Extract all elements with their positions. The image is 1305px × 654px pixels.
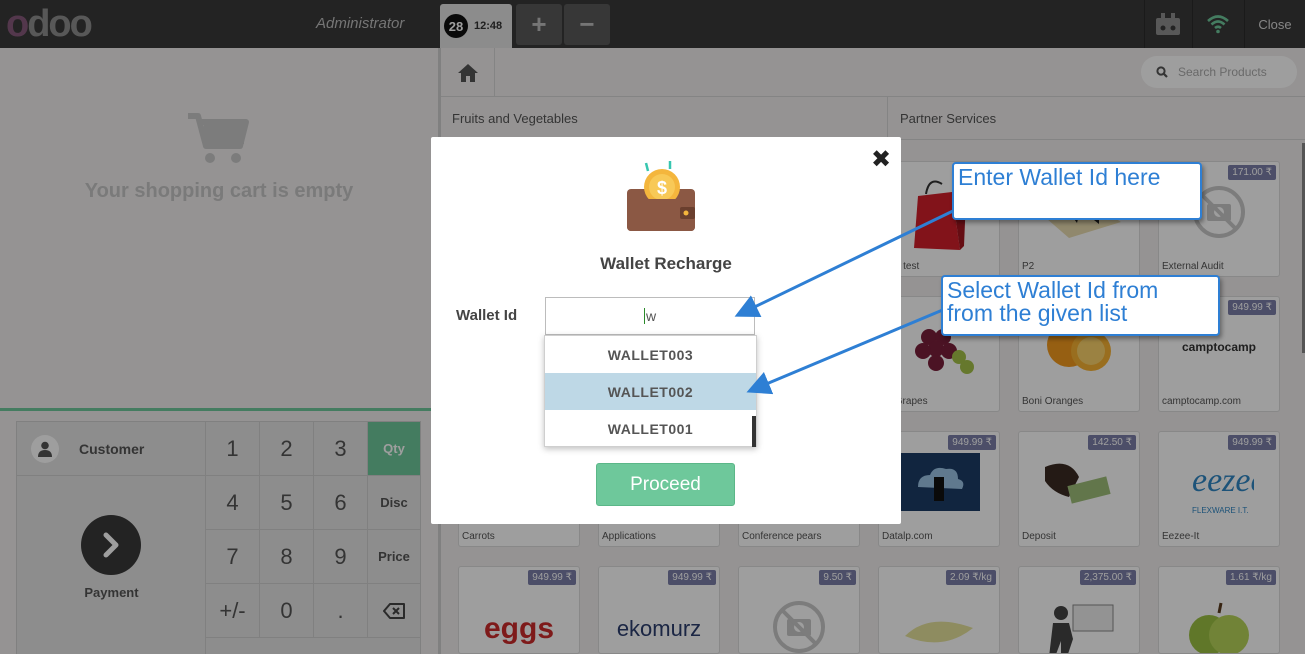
wallet-option[interactable]: WALLET003: [545, 336, 756, 373]
wallet-id-suggestions: WALLET003 WALLET002 WALLET001: [544, 335, 757, 447]
wallet-recharge-dialog: ✖ $ Wallet Recharge Wallet Id w WALLET00…: [431, 137, 901, 524]
wallet-icon: $: [624, 161, 700, 238]
svg-text:$: $: [657, 178, 667, 198]
wallet-id-label: Wallet Id: [456, 307, 518, 324]
wallet-id-input[interactable]: w: [545, 297, 755, 335]
wallet-option[interactable]: WALLET001: [545, 410, 756, 447]
annotation-text: from the given list: [947, 300, 1128, 326]
annotation-callout-enter: Enter Wallet Id here: [952, 162, 1202, 220]
dropdown-scrollbar[interactable]: [752, 416, 756, 447]
proceed-button[interactable]: Proceed: [596, 463, 735, 506]
text-caret: [643, 308, 645, 324]
annotation-text: Enter Wallet Id here: [958, 164, 1161, 190]
annotation-callout-select: Select Wallet Id from from the given lis…: [941, 275, 1220, 336]
close-icon[interactable]: ✖: [871, 145, 891, 174]
wallet-id-value: w: [645, 308, 657, 324]
wallet-option-selected[interactable]: WALLET002: [545, 373, 756, 410]
dialog-title: Wallet Recharge: [600, 254, 732, 273]
annotation-text: Select Wallet Id from: [947, 277, 1159, 303]
